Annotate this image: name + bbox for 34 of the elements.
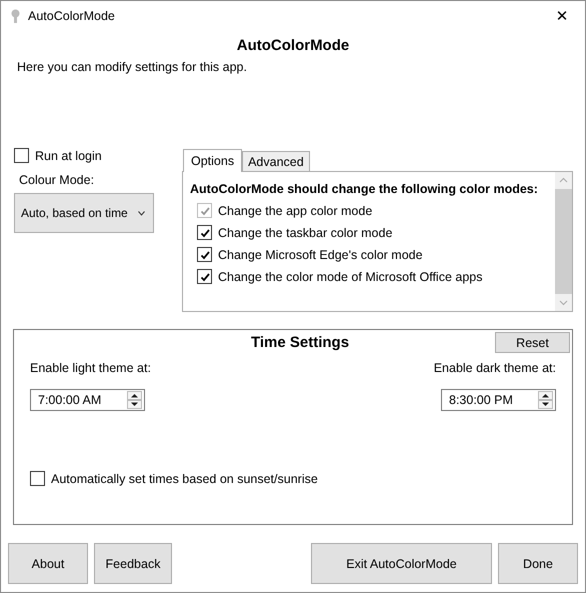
checkbox[interactable] — [197, 247, 212, 262]
reset-button[interactable]: Reset — [495, 332, 570, 353]
colour-mode-dropdown[interactable]: Auto, based on time — [14, 193, 154, 233]
feedback-button[interactable]: Feedback — [94, 543, 172, 584]
exit-button[interactable]: Exit AutoColorMode — [311, 543, 492, 584]
description: Here you can modify settings for this app. — [17, 60, 248, 74]
window-title: AutoColorMode — [28, 9, 115, 23]
checkbox[interactable] — [197, 269, 212, 284]
time-label: Enable light theme at: — [30, 361, 151, 375]
checkbox-label: Automatically set times based on sunset/sunrise — [51, 472, 318, 486]
lightbulb-icon — [11, 8, 20, 24]
close-button[interactable]: ✕ — [539, 1, 585, 31]
app-heading: AutoColorMode — [236, 37, 350, 54]
checkbox[interactable] — [14, 148, 29, 163]
caret-icon — [138, 210, 145, 216]
checkbox-label: Change the taskbar color mode — [218, 226, 392, 240]
checkbox-label: Change the color mode of Microsoft Office apps — [218, 270, 482, 284]
about-button[interactable]: About — [8, 543, 88, 584]
done-button[interactable]: Done — [498, 543, 578, 584]
time-label: Enable dark theme at: — [434, 361, 556, 375]
tab[interactable]: Options — [183, 149, 242, 172]
checkbox[interactable] — [197, 225, 212, 240]
group-title: Time Settings — [250, 334, 350, 351]
spinner-arrows-icon — [127, 391, 142, 409]
time-picker[interactable]: 8:30:00 PM — [441, 389, 556, 411]
checkbox-label: Change Microsoft Edge's color mode — [218, 248, 423, 262]
tab[interactable]: Advanced — [242, 151, 310, 171]
options-heading: AutoColorMode should change the following color modes: — [190, 182, 539, 196]
checkbox-label: Change the app color mode — [218, 204, 372, 218]
colour-mode-label: Colour Mode: — [19, 173, 94, 187]
checkbox-label: Run at login — [35, 148, 102, 162]
spinner-arrows-icon — [538, 391, 553, 409]
time-picker[interactable]: 7:00:00 AM — [30, 389, 145, 411]
checkbox[interactable] — [30, 471, 45, 486]
